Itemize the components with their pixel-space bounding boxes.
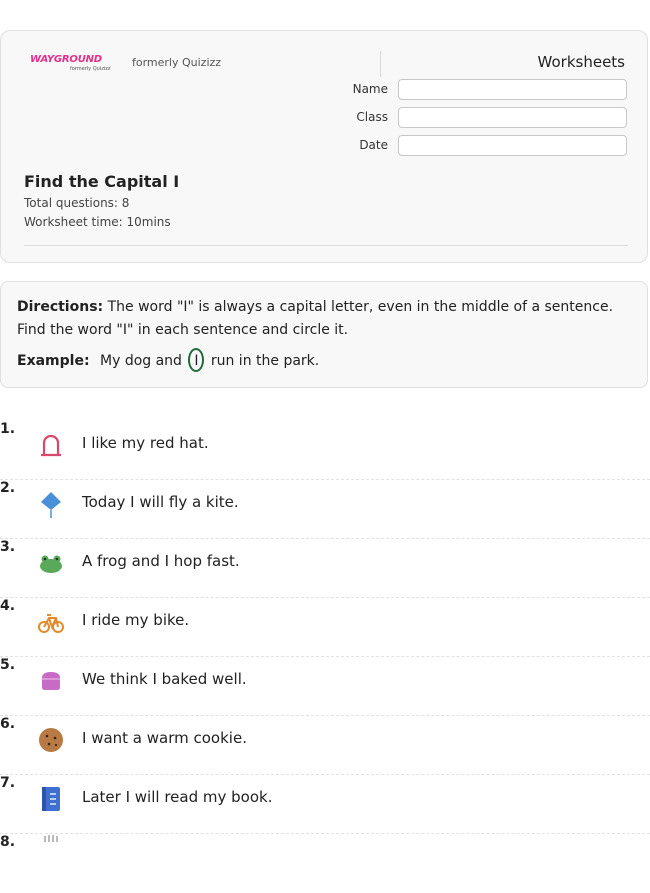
question-number: 4.: [0, 598, 16, 614]
hat-icon: [41, 434, 61, 457]
name-label: Name: [352, 82, 388, 96]
question-number: 8.: [0, 834, 16, 850]
directions-box: Directions: The word "I" is always a cap…: [0, 281, 648, 388]
question-text: Later I will read my book.: [82, 788, 273, 806]
worksheet-title: Find the Capital I: [24, 172, 180, 191]
class-label: Class: [356, 110, 388, 124]
example-row: Example: My dog and I run in the park.: [17, 348, 320, 377]
example-before: My dog and: [100, 353, 182, 369]
kite-icon: [41, 492, 61, 518]
formerly-quizizz-text: formerly Quizizz: [132, 56, 222, 69]
cookie-icon: [39, 728, 63, 752]
frog-icon: [40, 555, 62, 573]
class-field-row: Class: [341, 107, 628, 129]
question-text: Today I will fly a kite.: [82, 493, 239, 511]
header-rule: [24, 245, 628, 246]
worksheet-time: Worksheet time: 10mins: [24, 215, 171, 229]
logo-subtext: formerly Quizizz: [70, 66, 111, 72]
question-6: 6. I want a warm cookie.: [0, 716, 650, 775]
question-8: 8.: [0, 834, 650, 893]
class-input[interactable]: [398, 107, 627, 128]
question-text: A frog and I hop fast.: [82, 552, 240, 570]
question-7: 7. Later I will read my book.: [0, 775, 650, 834]
question-text: We think I baked well.: [82, 670, 247, 688]
directions-text: Directions: The word "I" is always a cap…: [17, 296, 637, 342]
question-text: I want a warm cookie.: [82, 729, 247, 747]
book-icon: [42, 787, 60, 811]
name-field-row: Name: [341, 79, 628, 101]
question-1: 1. I like my red hat.: [0, 421, 650, 480]
question-2: 2. Today I will fly a kite.: [0, 480, 650, 539]
wayground-logo: WAYGROUND formerly Quizizz: [30, 54, 118, 76]
circled-letter: I: [188, 348, 205, 372]
question-number: 5.: [0, 657, 16, 673]
question-text: I like my red hat.: [82, 434, 209, 452]
total-questions: Total questions: 8: [24, 196, 130, 210]
worksheets-label: Worksheets: [537, 53, 625, 71]
date-input[interactable]: [398, 135, 627, 156]
question-number: 3.: [0, 539, 16, 555]
glove-icon: [44, 835, 58, 842]
worksheet-header: WAYGROUND formerly Quizizz formerly Quiz…: [0, 30, 648, 263]
header-divider: [380, 51, 381, 77]
question-number: 2.: [0, 480, 16, 496]
bike-icon: [38, 614, 64, 633]
directions-body: The word "I" is always a capital letter,…: [17, 299, 614, 338]
question-number: 7.: [0, 775, 16, 791]
logo-text: WAYGROUND: [30, 54, 102, 65]
question-text: I ride my bike.: [82, 611, 190, 629]
date-label: Date: [359, 138, 388, 152]
directions-label: Directions:: [17, 299, 104, 315]
date-field-row: Date: [341, 135, 628, 157]
example-after: run in the park.: [210, 353, 320, 369]
example-label: Example:: [17, 353, 90, 369]
question-number: 1.: [0, 421, 16, 437]
question-4: 4. I ride my bike.: [0, 598, 650, 657]
question-5: 5. We think I baked well.: [0, 657, 650, 716]
cake-icon: [42, 672, 60, 690]
name-input[interactable]: [398, 79, 627, 100]
question-3: 3. A frog and I hop fast.: [0, 539, 650, 598]
question-number: 6.: [0, 716, 16, 732]
